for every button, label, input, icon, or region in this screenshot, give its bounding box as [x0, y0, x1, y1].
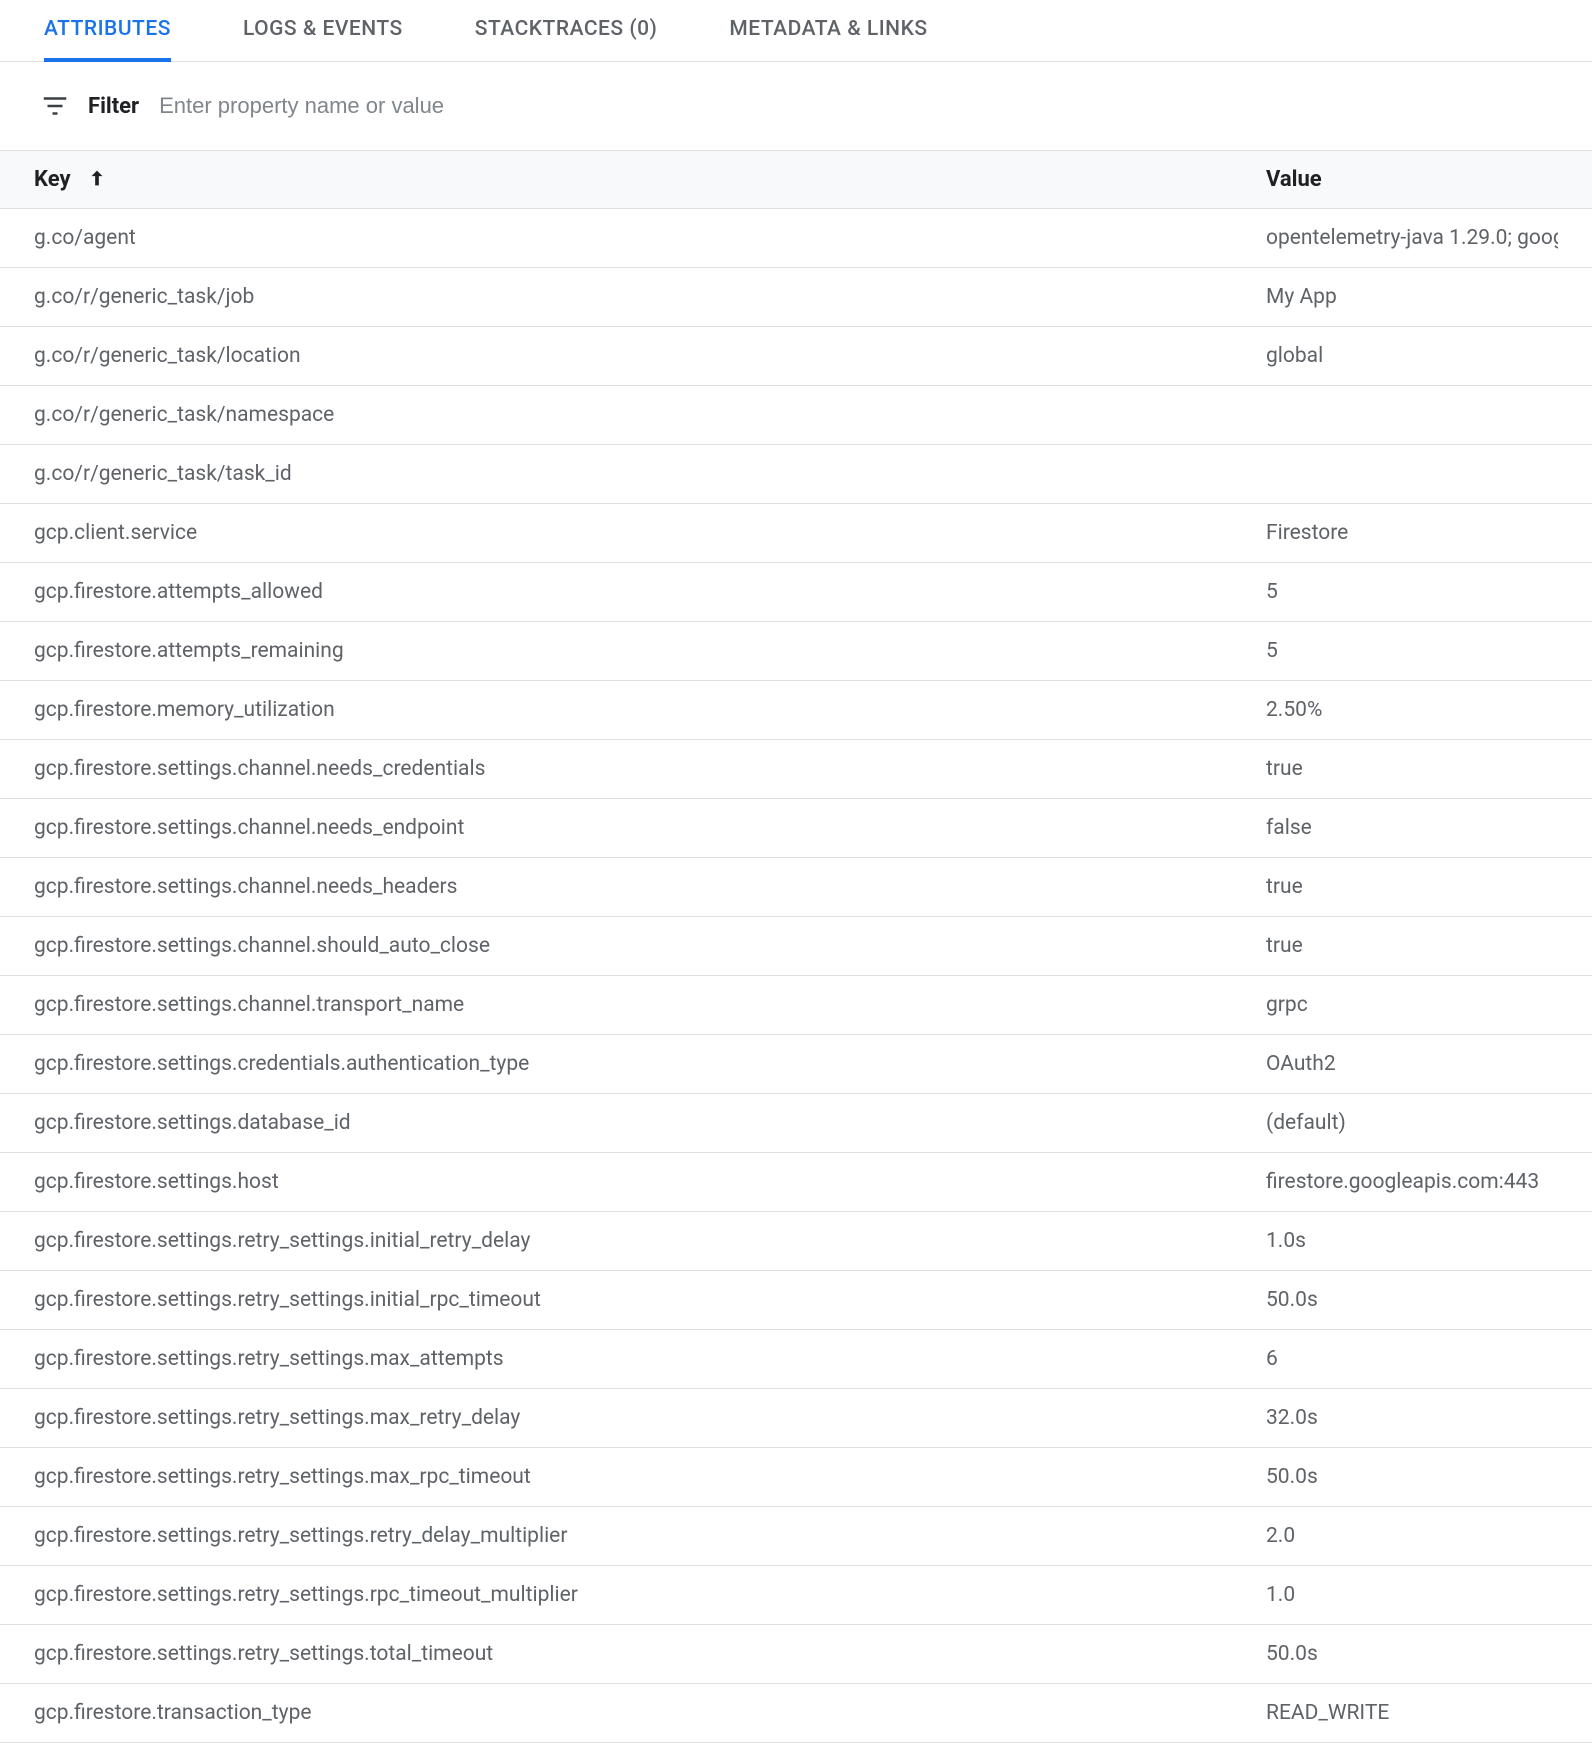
table-row[interactable]: gcp.firestore.settings.channel.transport…: [0, 976, 1592, 1035]
filter-bar: Filter: [0, 62, 1592, 150]
attr-key: gcp.firestore.settings.retry_settings.ma…: [34, 1347, 1266, 1371]
table-row[interactable]: gcp.firestore.settings.retry_settings.ma…: [0, 1389, 1592, 1448]
table-row[interactable]: gcp.firestore.transaction_typeREAD_WRITE: [0, 1684, 1592, 1743]
attr-value: 50.0s: [1266, 1642, 1558, 1666]
attr-key: gcp.firestore.settings.channel.needs_end…: [34, 816, 1266, 840]
attr-value: false: [1266, 816, 1558, 840]
tab-metadata-links[interactable]: METADATA & LINKS: [729, 0, 927, 62]
attr-value: 6: [1266, 1347, 1558, 1371]
attr-key: gcp.firestore.attempts_allowed: [34, 580, 1266, 604]
column-header-key[interactable]: Key: [34, 167, 1266, 192]
attr-key: gcp.firestore.settings.credentials.authe…: [34, 1052, 1266, 1076]
attr-value: true: [1266, 875, 1558, 899]
tab-stacktraces[interactable]: STACKTRACES (0): [475, 0, 658, 62]
table-row[interactable]: gcp.firestore.settings.retry_settings.ma…: [0, 1330, 1592, 1389]
table-row[interactable]: gcp.firestore.settings.channel.needs_cre…: [0, 740, 1592, 799]
attr-key: g.co/r/generic_task/job: [34, 285, 1266, 309]
attr-key: gcp.firestore.settings.database_id: [34, 1111, 1266, 1135]
attr-key: gcp.firestore.settings.retry_settings.in…: [34, 1229, 1266, 1253]
attr-value: true: [1266, 934, 1558, 958]
attr-key: gcp.firestore.settings.retry_settings.to…: [34, 1642, 1266, 1666]
sort-asc-icon: [86, 167, 108, 189]
attr-key: gcp.firestore.settings.retry_settings.ma…: [34, 1406, 1266, 1430]
table-row[interactable]: gcp.firestore.settings.database_id(defau…: [0, 1094, 1592, 1153]
table-row[interactable]: gcp.client.serviceFirestore: [0, 504, 1592, 563]
table-row[interactable]: g.co/agentopentelemetry-java 1.29.0; goo…: [0, 209, 1592, 268]
attr-key: g.co/r/generic_task/task_id: [34, 462, 1266, 486]
attr-value: 32.0s: [1266, 1406, 1558, 1430]
attr-key: gcp.firestore.transaction_type: [34, 1701, 1266, 1725]
attr-value: 5: [1266, 580, 1558, 604]
attr-key: gcp.firestore.settings.channel.should_au…: [34, 934, 1266, 958]
column-header-value[interactable]: Value: [1266, 167, 1558, 192]
table-row[interactable]: gcp.firestore.settings.channel.needs_hea…: [0, 858, 1592, 917]
tab-logs-events[interactable]: LOGS & EVENTS: [243, 0, 403, 62]
filter-input[interactable]: [157, 92, 1552, 120]
table-row[interactable]: g.co/r/generic_task/namespace: [0, 386, 1592, 445]
table-row[interactable]: gcp.firestore.settings.retry_settings.in…: [0, 1271, 1592, 1330]
table-row[interactable]: gcp.firestore.settings.retry_settings.in…: [0, 1212, 1592, 1271]
attr-value: 50.0s: [1266, 1288, 1558, 1312]
table-row[interactable]: gcp.firestore.settings.channel.should_au…: [0, 917, 1592, 976]
attr-value: My App: [1266, 285, 1558, 309]
table-row[interactable]: gcp.firestore.memory_utilization2.50%: [0, 681, 1592, 740]
attr-value: firestore.googleapis.com:443: [1266, 1170, 1558, 1194]
attr-key: g.co/r/generic_task/location: [34, 344, 1266, 368]
attr-key: gcp.firestore.settings.channel.needs_hea…: [34, 875, 1266, 899]
attr-key: gcp.client.service: [34, 521, 1266, 545]
table-row[interactable]: gcp.firestore.settings.retry_settings.rp…: [0, 1566, 1592, 1625]
table-row[interactable]: gcp.firestore.settings.credentials.authe…: [0, 1035, 1592, 1094]
table-row[interactable]: g.co/r/generic_task/locationglobal: [0, 327, 1592, 386]
attr-key: gcp.firestore.memory_utilization: [34, 698, 1266, 722]
attr-key: gcp.firestore.settings.retry_settings.ma…: [34, 1465, 1266, 1489]
table-row[interactable]: gcp.firestore.settings.retry_settings.to…: [0, 1625, 1592, 1684]
table-row[interactable]: gcp.firestore.settings.retry_settings.re…: [0, 1507, 1592, 1566]
tabs-bar: ATTRIBUTES LOGS & EVENTS STACKTRACES (0)…: [0, 0, 1592, 62]
attr-key: g.co/r/generic_task/namespace: [34, 403, 1266, 427]
attr-value: 5: [1266, 639, 1558, 663]
attr-key: gcp.firestore.settings.host: [34, 1170, 1266, 1194]
attr-value: 2.50%: [1266, 698, 1558, 722]
table-row[interactable]: gcp.firestore.settings.channel.needs_end…: [0, 799, 1592, 858]
table-row[interactable]: gcp.firestore.attempts_allowed5: [0, 563, 1592, 622]
table-row[interactable]: g.co/r/generic_task/jobMy App: [0, 268, 1592, 327]
attr-value: 50.0s: [1266, 1465, 1558, 1489]
attr-key: g.co/agent: [34, 226, 1266, 250]
attr-value: opentelemetry-java 1.29.0; google-cloud-…: [1266, 226, 1558, 250]
attr-key: gcp.firestore.settings.retry_settings.re…: [34, 1524, 1266, 1548]
table-row[interactable]: gcp.firestore.settings.hostfirestore.goo…: [0, 1153, 1592, 1212]
table-header: Key Value: [0, 150, 1592, 209]
table-row[interactable]: gcp.firestore.settings.retry_settings.ma…: [0, 1448, 1592, 1507]
attr-key: gcp.firestore.settings.channel.needs_cre…: [34, 757, 1266, 781]
attr-key: gcp.firestore.settings.retry_settings.rp…: [34, 1583, 1266, 1607]
attr-value: true: [1266, 757, 1558, 781]
attr-value: (default): [1266, 1111, 1558, 1135]
column-header-value-label: Value: [1266, 167, 1322, 192]
attr-value: grpc: [1266, 993, 1558, 1017]
attr-value: 2.0: [1266, 1524, 1558, 1548]
attr-value: Firestore: [1266, 521, 1558, 545]
column-header-key-label: Key: [34, 167, 71, 192]
tab-attributes[interactable]: ATTRIBUTES: [44, 0, 171, 62]
attr-value: READ_WRITE: [1266, 1701, 1558, 1725]
attr-value: 1.0: [1266, 1583, 1558, 1607]
attr-value: global: [1266, 344, 1558, 368]
table-row[interactable]: g.co/r/generic_task/task_id: [0, 445, 1592, 504]
attr-key: gcp.firestore.attempts_remaining: [34, 639, 1266, 663]
attr-key: gcp.firestore.settings.retry_settings.in…: [34, 1288, 1266, 1312]
attributes-table: Key Value g.co/agentopentelemetry-java 1…: [0, 150, 1592, 1743]
attr-key: gcp.firestore.settings.channel.transport…: [34, 993, 1266, 1017]
attr-value: OAuth2: [1266, 1052, 1558, 1076]
filter-icon: [40, 91, 70, 121]
table-row[interactable]: gcp.firestore.attempts_remaining5: [0, 622, 1592, 681]
filter-label: Filter: [88, 94, 139, 119]
attr-value: 1.0s: [1266, 1229, 1558, 1253]
